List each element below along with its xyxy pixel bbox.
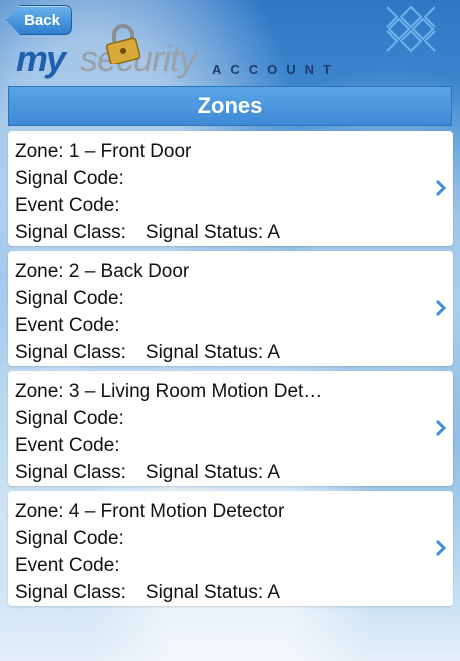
signal-code: Signal Code: [15, 528, 124, 549]
zone-name: Zone: 4 – Front Motion Detector [15, 501, 285, 522]
event-code: Event Code: [15, 315, 120, 336]
zone-name: Zone: 1 – Front Door [15, 141, 192, 162]
logo-my-text: my [16, 38, 66, 79]
signal-class: Signal Class: [15, 342, 126, 363]
chevron-right-icon [435, 179, 447, 197]
chevron-right-icon [435, 419, 447, 437]
zone-row[interactable]: Zone: 4 – Front Motion Detector Signal C… [8, 491, 453, 606]
signal-class-status: Signal Class: Signal Status: A [15, 219, 430, 246]
signal-code: Signal Code: [15, 288, 124, 309]
signal-class: Signal Class: [15, 222, 126, 243]
event-code: Event Code: [15, 195, 120, 216]
signal-class-status: Signal Class: Signal Status: A [15, 459, 430, 486]
signal-class-status: Signal Class: Signal Status: A [15, 339, 430, 366]
signal-status: Signal Status: A [145, 222, 281, 243]
signal-status: Signal Status: A [145, 342, 281, 363]
back-button-label: Back [24, 11, 60, 29]
signal-status: Signal Status: A [145, 462, 281, 483]
signal-class: Signal Class: [15, 582, 126, 603]
chevron-right-icon [435, 539, 447, 557]
padlock-icon [105, 24, 141, 64]
signal-status: Signal Status: A [145, 582, 281, 603]
chevron-right-icon [435, 299, 447, 317]
event-code: Event Code: [15, 435, 120, 456]
page-title: Zones [197, 93, 263, 118]
zone-row[interactable]: Zone: 2 – Back Door Signal Code: Event C… [8, 251, 453, 366]
menu-grid-icon[interactable] [380, 4, 442, 54]
signal-code: Signal Code: [15, 168, 124, 189]
zone-name: Zone: 2 – Back Door [15, 261, 190, 282]
page-title-bar: Zones [8, 86, 452, 126]
zone-row[interactable]: Zone: 3 – Living Room Motion Det… Signal… [8, 371, 453, 486]
event-code: Event Code: [15, 555, 120, 576]
app-header: Back my security ACCOUNT [0, 0, 460, 84]
signal-class-status: Signal Class: Signal Status: A [15, 579, 430, 606]
mysecurity-logo: my security ACCOUNT [16, 24, 366, 82]
signal-class: Signal Class: [15, 462, 126, 483]
signal-code: Signal Code: [15, 408, 124, 429]
zone-list: Zone: 1 – Front Door Signal Code: Event … [8, 131, 453, 611]
zone-row[interactable]: Zone: 1 – Front Door Signal Code: Event … [8, 131, 453, 246]
logo-account-text: ACCOUNT [212, 62, 340, 77]
zone-name: Zone: 3 – Living Room Motion Det… [15, 381, 323, 402]
